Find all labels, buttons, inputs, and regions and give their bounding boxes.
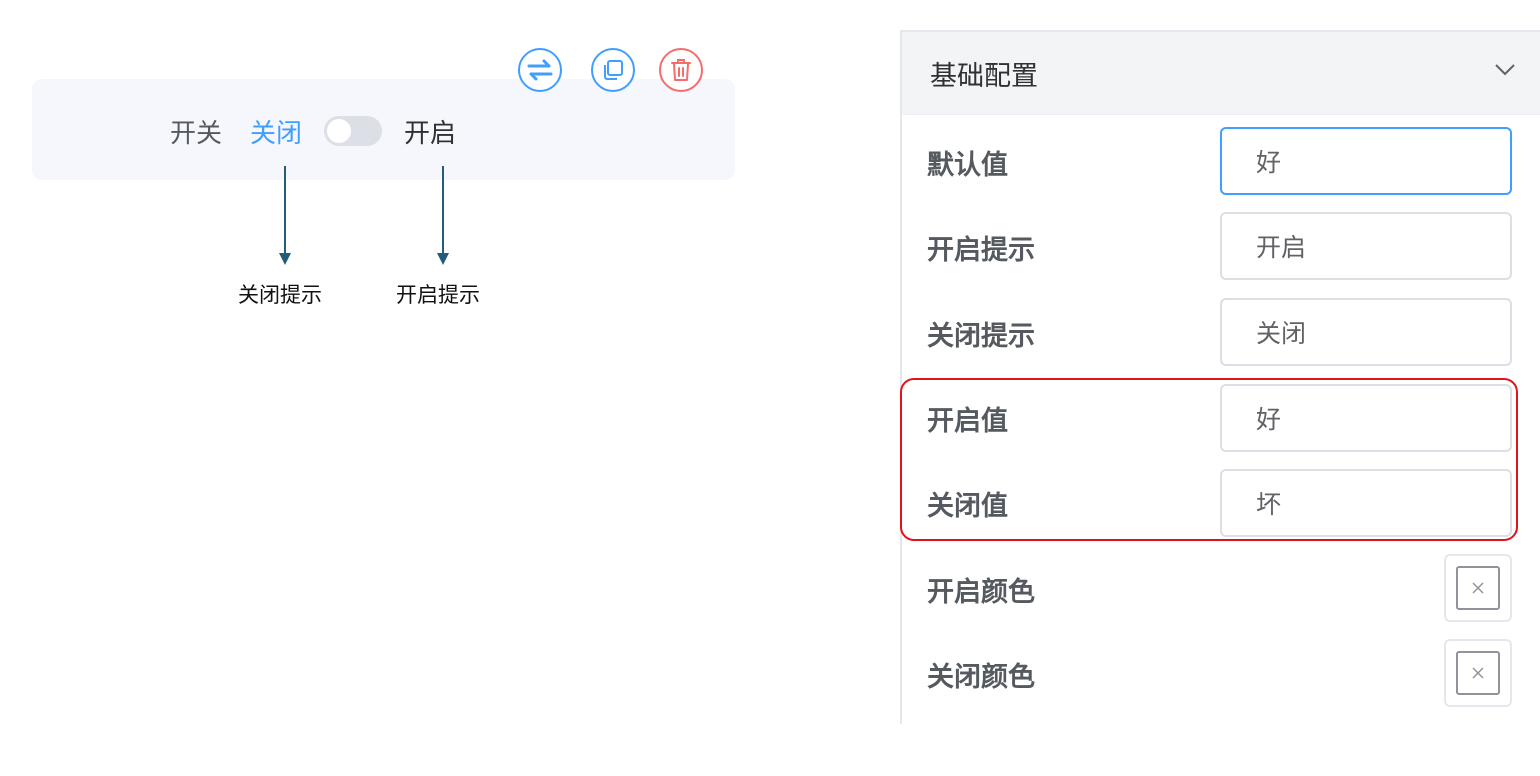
delete-button[interactable]: [659, 48, 703, 92]
off-color-label: 关闭颜色: [927, 662, 1035, 693]
default-value-input[interactable]: [1220, 127, 1512, 195]
swap-button[interactable]: [518, 48, 562, 92]
off-hint-arrow-head: [279, 253, 291, 265]
on-hint-arrow-head: [437, 253, 449, 265]
switch-preview-card[interactable]: 开关 关闭 开启: [32, 79, 735, 180]
on-color-picker[interactable]: [1444, 554, 1512, 622]
switch-row: 开关 关闭 开启: [170, 111, 456, 151]
off-hint-arrow-line: [284, 166, 286, 254]
swap-arrows-icon: [527, 59, 553, 81]
on-color-label: 开启颜色: [927, 577, 1035, 608]
on-hint-label: 开启提示: [927, 235, 1035, 266]
switch-knob: [327, 119, 352, 143]
default-value-label: 默认值: [927, 150, 1008, 181]
copy-icon: [604, 60, 623, 80]
on-color-swatch: [1456, 566, 1500, 610]
panel-title: 基础配置: [930, 61, 1038, 92]
panel-header[interactable]: 基础配置: [902, 32, 1540, 115]
chevron-down-icon[interactable]: [1494, 62, 1516, 76]
clear-x-icon: [1472, 582, 1484, 594]
on-text: 开启: [404, 118, 457, 149]
on-hint-arrow-line: [442, 166, 444, 254]
off-color-picker[interactable]: [1444, 639, 1512, 707]
on-hint-annotation: 开启提示: [396, 283, 480, 307]
copy-button[interactable]: [591, 48, 635, 92]
off-hint-label: 关闭提示: [927, 321, 1035, 352]
config-panel: 基础配置 默认值 开启提示 关闭提示 开启值 关闭值 开启颜色 关闭颜色: [900, 30, 1540, 724]
on-off-value-highlight: [900, 378, 1518, 541]
clear-x-icon: [1472, 667, 1484, 679]
switch-label: 开关: [170, 118, 223, 149]
off-hint-annotation: 关闭提示: [238, 283, 322, 307]
off-hint-input[interactable]: [1220, 298, 1512, 366]
stage: 开关 关闭 开启 关闭提示 开启提示 基础配置 默认值 好 开启提示 开启 关闭…: [0, 0, 1540, 776]
off-color-swatch: [1456, 651, 1500, 695]
trash-icon: [671, 59, 691, 81]
switch-toggle[interactable]: [324, 116, 383, 146]
off-text: 关闭: [250, 118, 303, 149]
on-hint-input[interactable]: [1220, 212, 1512, 280]
